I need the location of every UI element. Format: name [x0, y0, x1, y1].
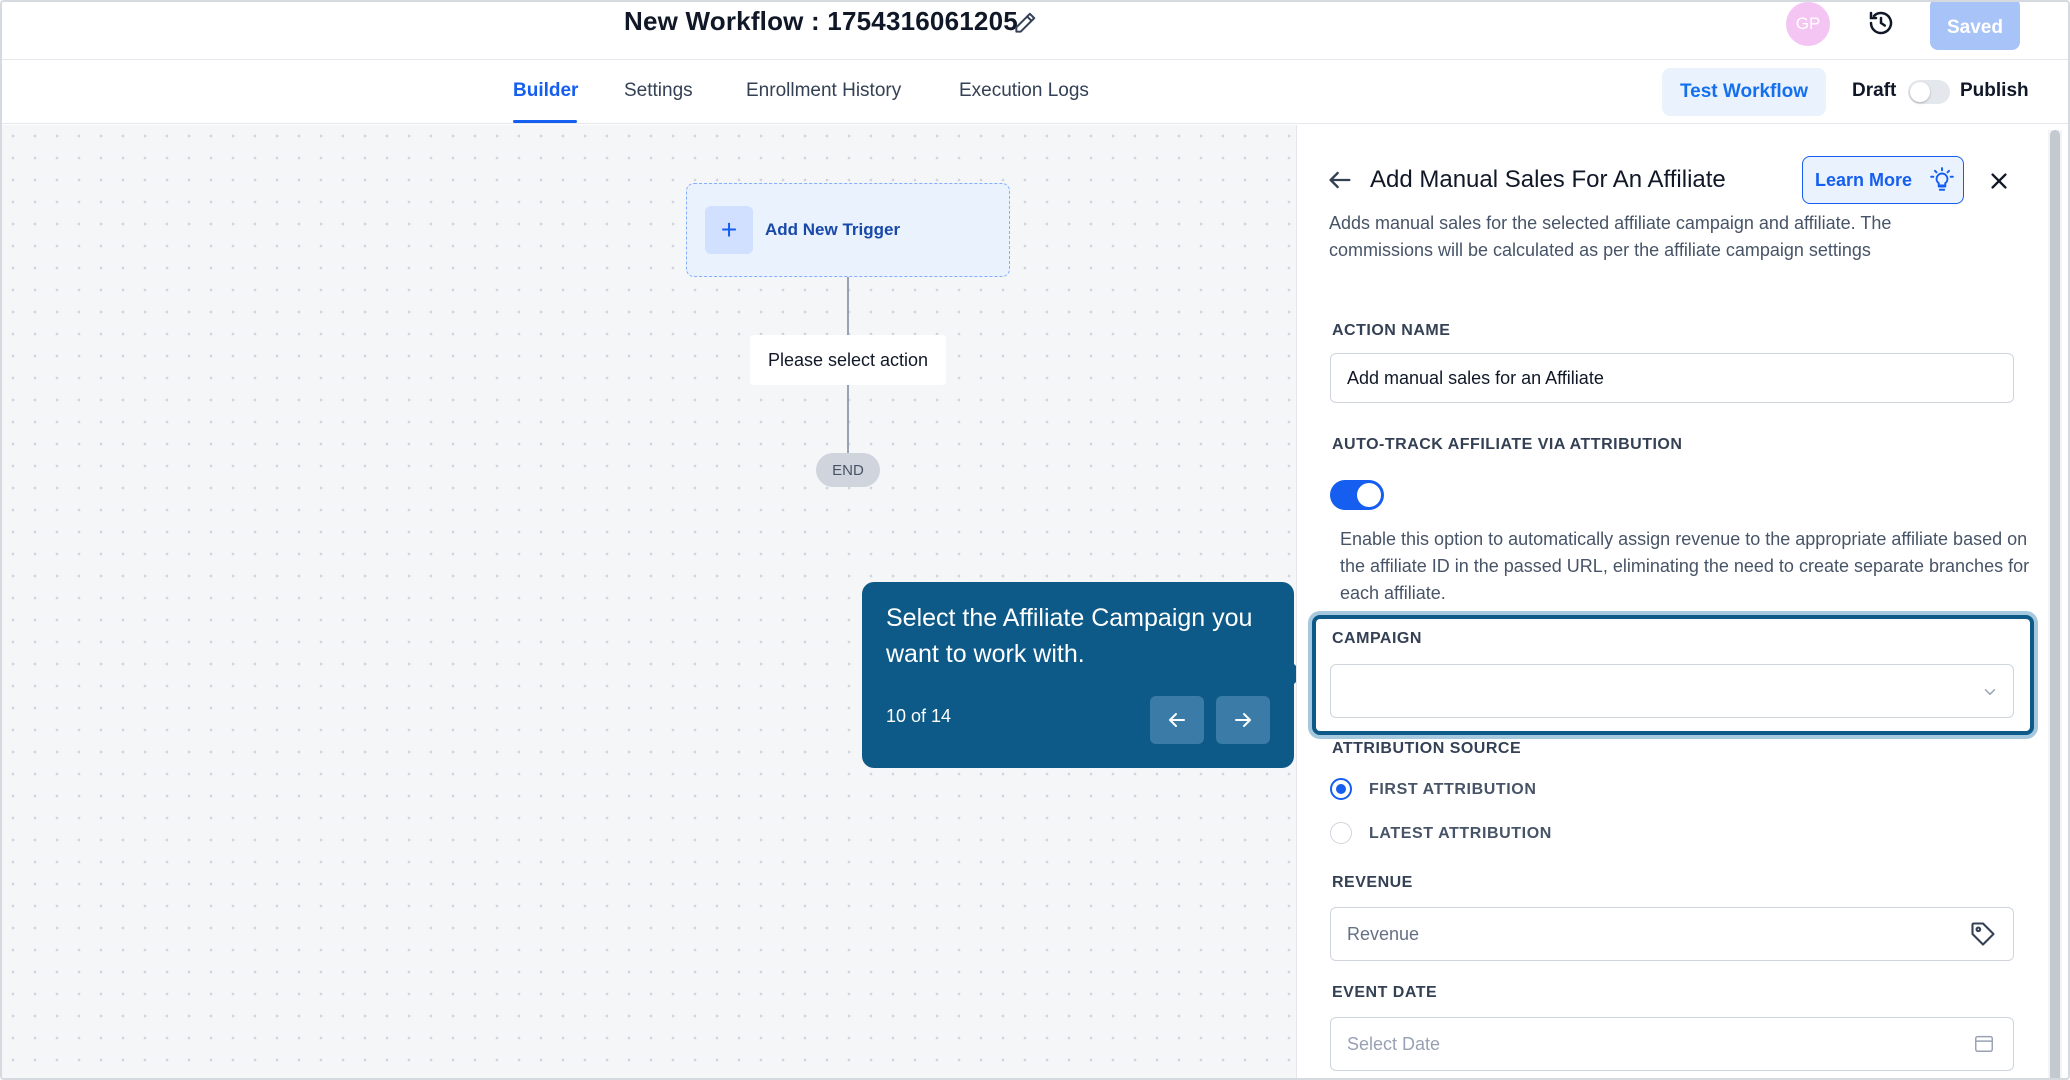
test-workflow-button[interactable]: Test Workflow: [1662, 68, 1826, 116]
chevron-down-icon: [1984, 689, 1996, 695]
tooltip-step-counter: 10 of 14: [886, 706, 952, 726]
workflow-title: New Workflow : 1754316061205: [624, 6, 1018, 36]
plus-icon: +: [705, 206, 753, 254]
campaign-select[interactable]: [1330, 664, 2014, 718]
auto-track-toggle[interactable]: [1330, 480, 1384, 510]
connector-line: [847, 277, 849, 335]
select-action-node[interactable]: Please select action: [750, 335, 946, 385]
event-date-input[interactable]: Select Date: [1330, 1017, 2014, 1071]
add-trigger-label: Add New Trigger: [765, 220, 901, 239]
app-window: New Workflow : 1754316061205 GP Saved Bu…: [0, 0, 2070, 1080]
arrow-left-icon: [1169, 713, 1185, 727]
publish-toggle[interactable]: [1908, 80, 1950, 104]
learn-more-label: Learn More: [1815, 169, 1913, 190]
latest-attribution-label[interactable]: LATEST ATTRIBUTION: [1369, 825, 1552, 843]
revenue-input[interactable]: Revenue: [1330, 907, 2014, 961]
tooltip-text: Select the Affiliate Campaign you want t…: [886, 604, 1253, 668]
radio-latest-attribution[interactable]: [1330, 822, 1352, 844]
action-name-input[interactable]: Add manual sales for an Affiliate: [1330, 353, 2014, 403]
panel-description: Adds manual sales for the selected affil…: [1329, 213, 1892, 260]
revenue-placeholder: Revenue: [1347, 923, 1420, 944]
tooltip-next-button[interactable]: [1216, 696, 1270, 744]
radio-first-attribution[interactable]: [1330, 778, 1352, 800]
tab-settings[interactable]: Settings: [624, 80, 693, 102]
history-icon[interactable]: [1866, 8, 1896, 38]
event-date-placeholder: Select Date: [1347, 1033, 1441, 1054]
arrow-right-icon: [1235, 713, 1251, 727]
avatar[interactable]: GP: [1786, 2, 1830, 46]
back-arrow-icon[interactable]: [1326, 166, 1354, 194]
close-icon[interactable]: [1988, 170, 2010, 192]
attribution-source-label: ATTRIBUTION SOURCE: [1332, 740, 1522, 757]
top-bar: New Workflow : 1754316061205 GP Saved: [2, 2, 2068, 60]
event-date-label: EVENT DATE: [1332, 984, 1438, 1001]
active-tab-indicator: [513, 120, 577, 123]
tooltip-prev-button[interactable]: [1150, 696, 1204, 744]
action-name-label: ACTION NAME: [1332, 322, 1451, 339]
campaign-label: CAMPAIGN: [1332, 630, 1422, 647]
first-attribution-label[interactable]: FIRST ATTRIBUTION: [1369, 781, 1537, 799]
revenue-label: REVENUE: [1332, 874, 1413, 891]
panel-title: Add Manual Sales For An Affiliate: [1370, 166, 1726, 193]
saved-button[interactable]: Saved: [1930, 2, 2020, 50]
tag-icon: [1971, 922, 1995, 946]
calendar-icon: [1975, 1035, 1993, 1052]
panel-scrollbar[interactable]: [2048, 130, 2062, 1078]
tour-tooltip: Select the Affiliate Campaign you want t…: [862, 582, 1304, 768]
tab-enrollment-history[interactable]: Enrollment History: [746, 80, 901, 102]
tab-bar: Builder Settings Enrollment History Exec…: [2, 60, 2068, 124]
connector-line: [847, 385, 849, 453]
draft-label: Draft: [1852, 80, 1897, 101]
learn-more-button[interactable]: Learn More: [1802, 156, 1964, 204]
lightbulb-icon: [1930, 167, 1954, 191]
auto-track-label: AUTO-TRACK AFFILIATE VIA ATTRIBUTION: [1332, 436, 1683, 453]
tab-execution-logs[interactable]: Execution Logs: [959, 80, 1089, 102]
add-trigger-node[interactable]: + Add New Trigger: [686, 183, 1010, 277]
tab-builder[interactable]: Builder: [513, 80, 578, 102]
end-node: END: [816, 453, 880, 487]
publish-label: Publish: [1960, 80, 2029, 101]
edit-icon[interactable]: [1012, 10, 1038, 36]
auto-track-help-text: Enable this option to automatically assi…: [1340, 529, 2030, 603]
